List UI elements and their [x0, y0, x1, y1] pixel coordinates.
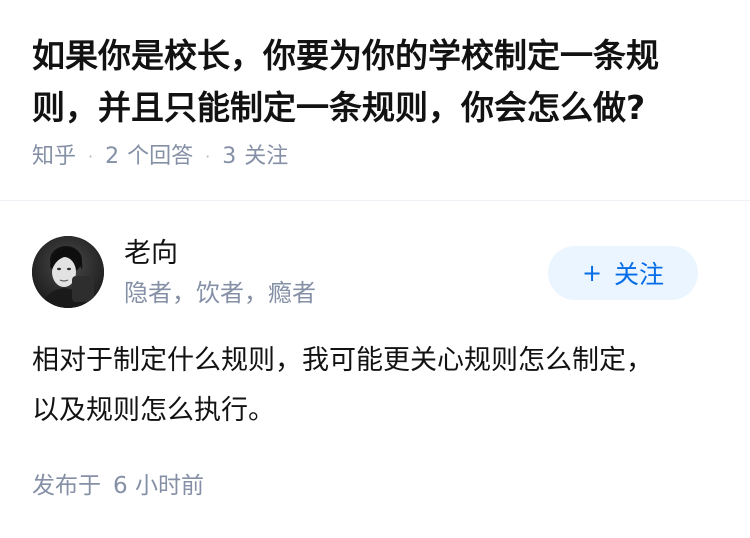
meta-separator: · [205, 147, 211, 166]
answer-count: 2 [105, 144, 120, 169]
question-header: 如果你是校长，你要为你的学校制定一条规则，并且只能制定一条规则，你会怎么做? 知… [32, 30, 722, 172]
plus-icon: + [581, 259, 603, 287]
author-bio: 隐者，饮者，瘾者 [124, 279, 316, 307]
question-title[interactable]: 如果你是校长，你要为你的学校制定一条规则，并且只能制定一条规则，你会怎么做? [32, 30, 722, 134]
author-info: 老向 隐者，饮者，瘾者 + 关注 [32, 236, 698, 308]
question-meta: 知乎 · 2 个回答 · 3 关注 [32, 142, 722, 172]
meta-separator: · [88, 147, 94, 166]
follow-button-label: 关注 [614, 260, 665, 289]
source-label[interactable]: 知乎 [32, 142, 76, 172]
published-time: 6 小时前 [113, 473, 204, 499]
published-prefix: 发布于 [32, 473, 101, 499]
answer-content[interactable]: 相对于制定什么规则，我可能更关心规则怎么制定，以及规则怎么执行。 [32, 336, 672, 436]
follower-count: 3 [222, 144, 237, 169]
section-divider [0, 200, 750, 201]
answer-count-label[interactable]: 个回答 [127, 142, 193, 172]
author-name[interactable]: 老向 [124, 236, 178, 272]
user-avatar[interactable] [32, 236, 104, 308]
follower-count-label[interactable]: 关注 [244, 142, 288, 172]
follow-button[interactable]: + 关注 [548, 246, 698, 300]
answer-meta: 发布于 6 小时前 [32, 470, 204, 502]
